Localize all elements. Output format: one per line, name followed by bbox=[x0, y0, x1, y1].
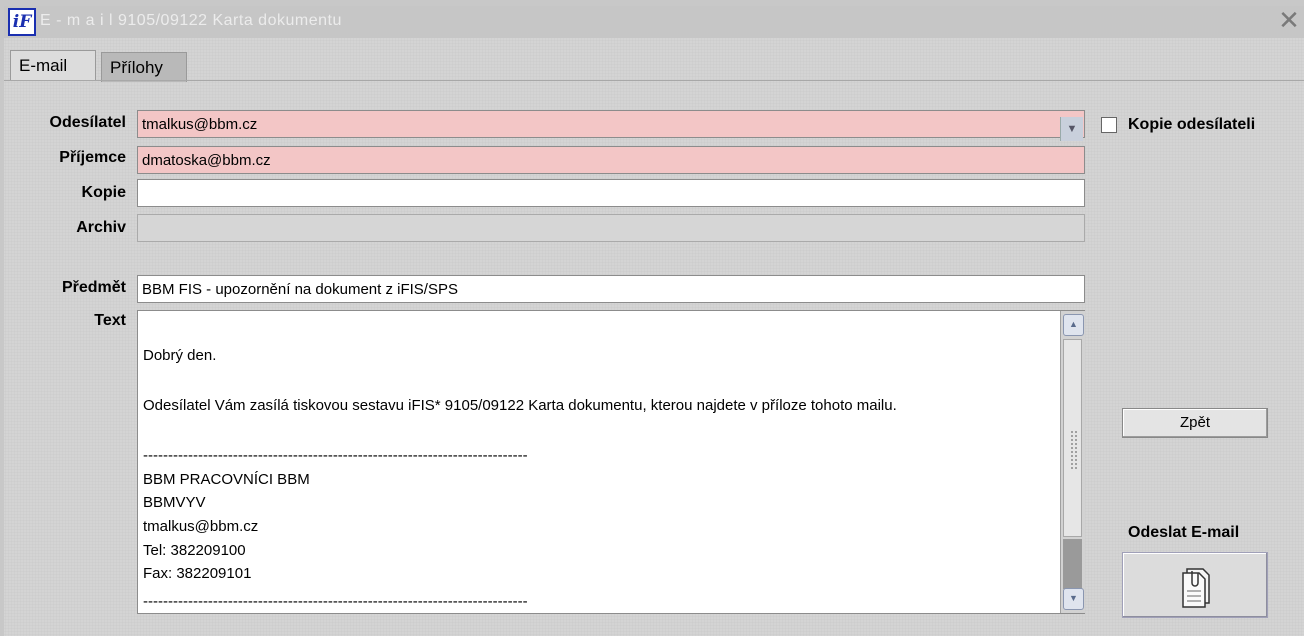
message-textarea[interactable]: Dobrý den. Odesílatel Vám zasílá tiskovo… bbox=[137, 310, 1085, 614]
tab-bar: E-mail Přílohy bbox=[4, 44, 1304, 82]
archive-label: Archiv bbox=[76, 219, 126, 236]
scroll-up-button[interactable]: ▲ bbox=[1063, 314, 1084, 336]
send-email-label: Odeslat E-mail bbox=[1128, 524, 1240, 541]
text-line: ----------------------------------------… bbox=[143, 593, 528, 610]
sender-label: Odesílatel bbox=[49, 114, 126, 131]
tab-attachments[interactable]: Přílohy bbox=[101, 52, 187, 82]
copy-sender-label: Kopie odesílateli bbox=[1128, 116, 1256, 133]
text-line: tmalkus@bbm.cz bbox=[143, 518, 259, 535]
arrow-down-icon: ▼ bbox=[1069, 593, 1078, 603]
scroll-thumb[interactable] bbox=[1063, 339, 1082, 537]
chevron-down-icon: ▼ bbox=[1066, 123, 1078, 135]
text-line: BBMVYV bbox=[143, 494, 206, 511]
text-scrollbar[interactable]: ▲ ▼ bbox=[1060, 311, 1085, 613]
copy-label: Kopie bbox=[81, 184, 126, 201]
archive-field bbox=[137, 214, 1085, 242]
text-line: Dobrý den. bbox=[143, 347, 217, 364]
text-line: ----------------------------------------… bbox=[143, 447, 528, 464]
text-line: Odesílatel Vám zasílá tiskovou sestavu i… bbox=[143, 397, 897, 414]
document-icon bbox=[1182, 568, 1210, 608]
text-label: Text bbox=[94, 312, 126, 329]
close-button[interactable]: ✕ bbox=[1276, 5, 1302, 35]
text-line: Fax: 382209101 bbox=[143, 565, 252, 582]
tab-divider bbox=[4, 80, 1304, 81]
back-button[interactable]: Zpět bbox=[1122, 408, 1268, 438]
copy-field[interactable] bbox=[137, 179, 1085, 207]
recipient-label: Příjemce bbox=[59, 149, 126, 166]
subject-label: Předmět bbox=[61, 279, 126, 296]
sender-select[interactable] bbox=[137, 110, 1085, 138]
sender-dropdown-button[interactable]: ▼ bbox=[1060, 117, 1083, 141]
text-line: BBM PRACOVNÍCI BBM bbox=[143, 471, 310, 488]
window-title: E - m a i l 9105/09122 Karta dokumentu bbox=[40, 12, 342, 29]
grip-icon bbox=[1070, 430, 1078, 470]
tab-email[interactable]: E-mail bbox=[10, 50, 96, 80]
send-email-button[interactable] bbox=[1122, 552, 1268, 618]
text-line: Tel: 382209100 bbox=[143, 542, 246, 559]
arrow-up-icon: ▲ bbox=[1069, 319, 1078, 329]
subject-field[interactable] bbox=[137, 275, 1085, 303]
copy-sender-checkbox[interactable] bbox=[1101, 117, 1117, 133]
title-bar[interactable]: iF E - m a i l 9105/09122 Karta dokument… bbox=[4, 6, 1304, 38]
email-dialog: iF E - m a i l 9105/09122 Karta dokument… bbox=[4, 6, 1304, 636]
scroll-down-button[interactable]: ▼ bbox=[1063, 588, 1084, 610]
close-icon: ✕ bbox=[1278, 5, 1300, 35]
app-logo: iF bbox=[8, 8, 36, 36]
scroll-track[interactable] bbox=[1063, 539, 1082, 589]
recipient-field[interactable] bbox=[137, 146, 1085, 174]
